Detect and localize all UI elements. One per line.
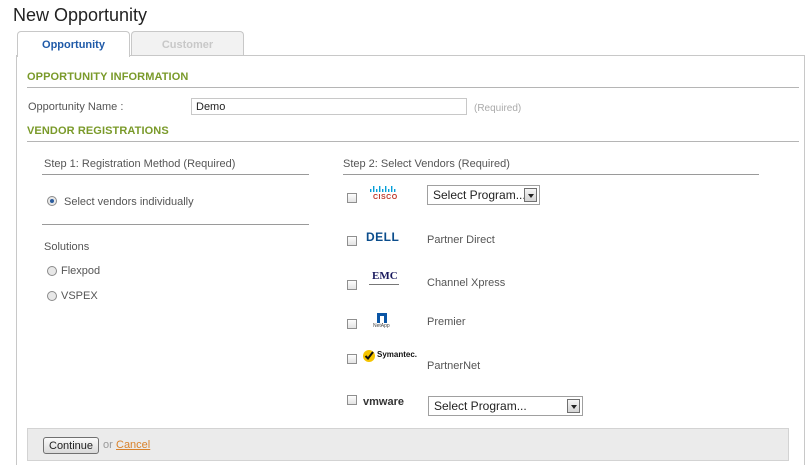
dell-logo-icon: DELL bbox=[366, 230, 400, 244]
vmware-program-select[interactable]: Select Program... bbox=[428, 396, 583, 416]
step1-divider bbox=[42, 174, 309, 175]
page-title: New Opportunity bbox=[13, 5, 148, 25]
step2-divider bbox=[343, 174, 759, 175]
solutions-label: Solutions bbox=[44, 241, 90, 253]
tab-opportunity[interactable]: Opportunity bbox=[17, 31, 130, 57]
dell-checkbox[interactable] bbox=[347, 236, 357, 246]
netapp-checkbox[interactable] bbox=[347, 319, 357, 329]
or-text: or bbox=[103, 439, 113, 451]
symantec-program-label: PartnerNet bbox=[427, 360, 481, 372]
cancel-link[interactable]: Cancel bbox=[116, 439, 150, 451]
vspex-radio[interactable] bbox=[47, 291, 57, 301]
flexpod-radio[interactable] bbox=[47, 266, 57, 276]
method-individual-label: Select vendors individually bbox=[64, 196, 194, 208]
opportunity-form-panel: OPPORTUNITY INFORMATION Opportunity Name… bbox=[16, 55, 805, 465]
vendor-registrations-heading: VENDOR REGISTRATIONS bbox=[27, 125, 169, 137]
dell-program-label: Partner Direct bbox=[427, 234, 495, 246]
opportunity-name-label: Opportunity Name : bbox=[28, 101, 124, 113]
tab-customer[interactable]: Customer bbox=[131, 31, 244, 55]
cisco-checkbox[interactable] bbox=[347, 193, 357, 203]
step1-divider bbox=[42, 224, 309, 225]
vmware-logo-icon: vmware bbox=[363, 396, 404, 408]
method-individual-radio[interactable] bbox=[47, 196, 57, 206]
emc-logo-icon: EMC bbox=[369, 270, 405, 292]
opportunity-info-heading: OPPORTUNITY INFORMATION bbox=[27, 71, 189, 83]
step2-title: Step 2: Select Vendors (Required) bbox=[343, 158, 510, 170]
symantec-logo-icon: Symantec. bbox=[362, 349, 418, 365]
continue-button[interactable]: Continue bbox=[43, 437, 100, 454]
emc-checkbox[interactable] bbox=[347, 280, 357, 290]
step1-title: Step 1: Registration Method (Required) bbox=[44, 158, 236, 170]
netapp-logo-icon: NetApp bbox=[373, 311, 390, 329]
section-divider bbox=[27, 87, 799, 88]
form-footer: Continue or Cancel bbox=[27, 428, 789, 461]
chevron-down-icon bbox=[524, 188, 537, 202]
chevron-down-icon bbox=[567, 399, 580, 413]
emc-program-label: Channel Xpress bbox=[427, 277, 506, 289]
cisco-logo-icon: CISCO bbox=[368, 184, 398, 206]
cisco-brand-text: CISCO bbox=[373, 194, 398, 201]
flexpod-label: Flexpod bbox=[61, 265, 101, 277]
vmware-checkbox[interactable] bbox=[347, 395, 357, 405]
section-divider bbox=[27, 141, 799, 142]
vspex-label: VSPEX bbox=[61, 290, 98, 302]
symantec-checkbox[interactable] bbox=[347, 354, 357, 364]
cisco-program-select[interactable]: Select Program... bbox=[427, 185, 540, 205]
required-note: (Required) bbox=[474, 103, 522, 114]
opportunity-name-input[interactable] bbox=[191, 98, 467, 115]
netapp-program-label: Premier bbox=[427, 316, 466, 328]
